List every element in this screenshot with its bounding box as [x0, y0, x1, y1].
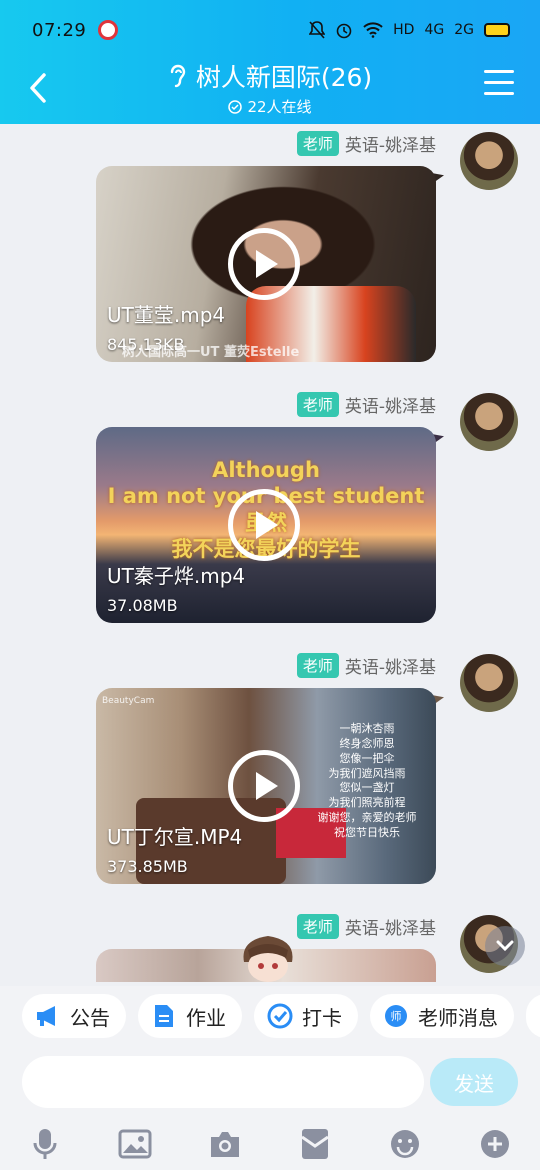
app-header: 07:29 HD 4G 2G 树人新国际(26) 22人在线: [0, 0, 540, 124]
mute-bell-icon: [309, 21, 326, 39]
announcement-label: 公告: [70, 1005, 110, 1030]
sender-name: 英语-姚泽基: [344, 658, 436, 678]
video-name: UT秦子烨.mp4: [107, 564, 246, 588]
video-watermark: 树人国际高一UT 董荧Estelle: [122, 345, 300, 360]
quick-action-bar: 公告 作业 打卡 师 老师消息: [0, 986, 540, 1046]
video-size: 373.85MB: [107, 857, 188, 876]
poem-line: 您似一盏灯: [339, 781, 395, 795]
poem-line: 为我们照亮前程: [328, 796, 406, 810]
teacher-message-button[interactable]: 师 老师消息: [370, 994, 514, 1038]
video-message[interactable]: Although I am not your best student 虽然 我…: [96, 427, 436, 623]
sender-name: 英语-姚泽基: [344, 397, 436, 417]
wifi-icon: [363, 22, 383, 38]
poem-line: 为我们遮风挡雨: [328, 766, 406, 780]
megaphone-icon: [34, 1002, 62, 1030]
plus-icon[interactable]: [477, 1126, 513, 1162]
title-block: 树人新国际(26) 22人在线: [0, 58, 540, 117]
poem-line: 终身念师恩: [339, 736, 395, 750]
sender-info: 老师 英语-姚泽基: [296, 653, 436, 678]
document-icon: [150, 1002, 178, 1030]
signal-4g-indicator: 4G: [424, 22, 445, 38]
play-icon[interactable]: [228, 228, 300, 300]
homework-button[interactable]: 作业: [138, 994, 242, 1038]
video-size: 37.08MB: [107, 596, 178, 615]
checkin-label: 打卡: [302, 1005, 342, 1030]
homework-label: 作业: [186, 1005, 226, 1030]
online-count: 22人在线: [247, 98, 312, 116]
status-time: 07:29: [32, 19, 87, 41]
check-circle-icon: [228, 99, 243, 114]
battery-icon: [484, 23, 510, 37]
avatar[interactable]: [460, 393, 518, 451]
chevron-down-icon: [496, 940, 514, 952]
bottom-toolbar: [0, 1120, 540, 1170]
app-notification-icon: [98, 20, 119, 40]
video-message[interactable]: BeautyCam 一朝沐杏雨 终身念师恩 您像一把伞 为我们遮风挡雨 您似一盏…: [96, 688, 436, 884]
svg-text:师: 师: [391, 1010, 402, 1023]
redpacket-icon[interactable]: [297, 1126, 333, 1162]
magnet-icon: [536, 1002, 540, 1030]
alarm-icon: [336, 23, 352, 39]
sender-name: 英语-姚泽基: [344, 136, 436, 156]
checkin-button[interactable]: 打卡: [254, 994, 358, 1038]
role-tag: 老师: [296, 392, 339, 417]
hd-indicator: HD: [393, 22, 415, 38]
chat-title-text: 树人新国际(26): [195, 63, 373, 92]
teacher-message-icon: 师: [382, 1002, 410, 1030]
poem-line: 您像一把伞: [339, 751, 395, 765]
avatar[interactable]: [460, 132, 518, 190]
caption-line: Although: [212, 458, 320, 482]
scroll-down-button[interactable]: [485, 926, 525, 966]
announcement-button[interactable]: 公告: [22, 994, 126, 1038]
composer: 发送: [0, 1046, 540, 1120]
sender-name: 英语-姚泽基: [344, 919, 436, 939]
hamburger-icon: [484, 70, 514, 73]
role-tag: 老师: [296, 131, 339, 156]
send-button[interactable]: 发送: [430, 1058, 518, 1106]
video-brand-mark: BeautyCam: [102, 696, 155, 706]
chat-title: 树人新国际(26): [168, 58, 372, 94]
sender-info: 老师 英语-姚泽基: [296, 914, 436, 939]
status-indicators: HD 4G 2G: [309, 21, 510, 39]
role-tag: 老师: [296, 653, 339, 678]
title-row: 树人新国际(26) 22人在线: [0, 58, 540, 122]
check-circle-icon: [266, 1002, 294, 1030]
message-input[interactable]: [22, 1056, 424, 1108]
play-icon[interactable]: [228, 489, 300, 561]
ear-icon: [170, 64, 186, 88]
video-name: UT丁尔宣.MP4: [107, 825, 243, 849]
video-message[interactable]: UT董莹.mp4 845.13KB 树人国际高一UT 董荧Estelle: [96, 166, 436, 362]
poem-line: 祝您节日快乐: [334, 825, 400, 839]
camera-icon[interactable]: [207, 1126, 243, 1162]
poem-line: 一朝沐杏雨: [339, 722, 395, 735]
status-bar: 07:29 HD 4G 2G: [0, 0, 540, 60]
signal-2g-indicator: 2G: [454, 22, 474, 38]
mascot-icon: [243, 936, 293, 982]
teacher-message-label: 老师消息: [418, 1005, 498, 1030]
menu-button[interactable]: [484, 70, 514, 98]
video-name: UT董莹.mp4: [107, 303, 226, 327]
avatar[interactable]: [460, 654, 518, 712]
sender-info: 老师 英语-姚泽基: [296, 131, 436, 156]
play-icon[interactable]: [228, 750, 300, 822]
emoji-icon[interactable]: [387, 1126, 423, 1162]
video-poem: 一朝沐杏雨 终身念师恩 您像一把伞 为我们遮风挡雨 您似一盏灯 为我们照亮前程 …: [312, 722, 422, 841]
role-tag: 老师: [296, 914, 339, 939]
online-status: 22人在线: [0, 96, 540, 117]
image-icon[interactable]: [117, 1126, 153, 1162]
more-actions-button[interactable]: [526, 994, 540, 1038]
microphone-icon[interactable]: [27, 1126, 63, 1162]
sender-info: 老师 英语-姚泽基: [296, 392, 436, 417]
poem-line: 谢谢您，亲爱的老师: [317, 811, 417, 825]
mascot-image[interactable]: [236, 932, 300, 984]
chat-messages[interactable]: 老师 英语-姚泽基 UT董莹.mp4 845.13KB 树人国际高一UT 董荧E…: [0, 124, 540, 982]
